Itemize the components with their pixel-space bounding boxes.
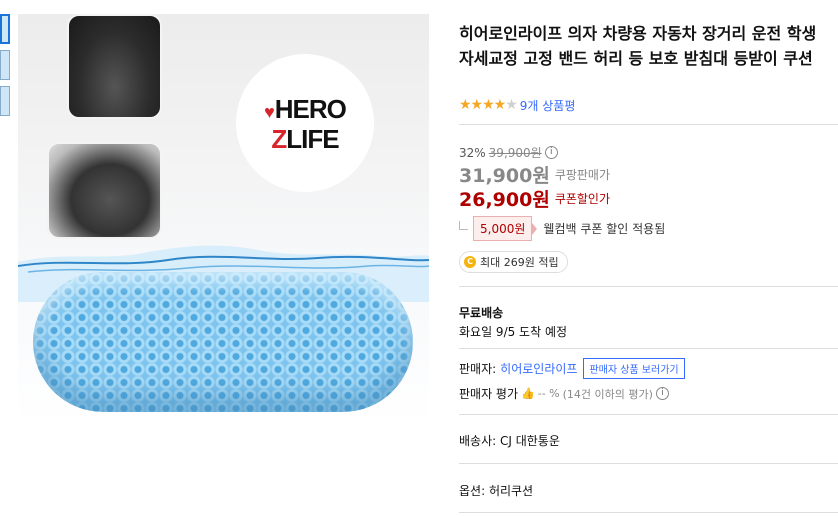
coupon-badge-tail <box>532 222 538 235</box>
seller-rating-label: 판매자 평가 <box>459 387 519 401</box>
coupon-price-row: 26,900원 쿠폰할인가 <box>459 185 610 212</box>
coupang-price: 31,900원 <box>459 165 550 187</box>
indent-corner <box>459 221 468 230</box>
car-seat-photo <box>47 142 162 239</box>
seller-products-button[interactable]: 판매자 상품 보러가기 <box>583 358 685 379</box>
shipping-type-row: 무료배송 <box>459 304 503 321</box>
coupon-amount-badge: 5,000원 <box>473 216 533 241</box>
seller-rating-value: -- % <box>537 387 560 400</box>
coin-icon: C <box>464 256 476 268</box>
seller-label: 판매자: <box>459 362 497 376</box>
seller-rating-row: 판매자 평가 👍 -- % (14건 이하의 평가) i <box>459 385 669 402</box>
seller-row: 판매자: 히어로인라이프 판매자 상품 보러가기 <box>459 358 685 379</box>
coupang-price-row: 31,900원 쿠팡판매가 <box>459 161 610 188</box>
divider <box>459 124 838 125</box>
seller-rating-note: (14건 이하의 평가) <box>562 387 653 401</box>
divider <box>459 414 838 415</box>
star-rating-icon: ★★★★★ <box>459 97 518 113</box>
divider <box>459 348 838 349</box>
coupon-price-label: 쿠폰할인가 <box>554 192 611 206</box>
shipping-type: 무료배송 <box>459 306 504 320</box>
option-row: 옵션: 허리쿠션 <box>459 482 533 499</box>
brand-logo: ♥HERO ZLIFE <box>236 54 374 192</box>
coupang-price-label: 쿠팡판매가 <box>554 168 611 182</box>
thumbnail-1[interactable] <box>0 14 10 44</box>
thumbnail-strip <box>0 14 10 122</box>
delivery-carrier: 배송사: CJ 대한통운 <box>459 434 560 448</box>
logo-line-2: LIFE <box>286 124 339 154</box>
reward-text: 최대 269원 적립 <box>480 256 559 269</box>
info-icon[interactable]: i <box>544 146 558 159</box>
discount-percent: 32% <box>459 145 486 160</box>
thumbnail-2[interactable] <box>0 50 10 80</box>
logo-z-mark: Z <box>271 124 287 154</box>
reward-pill: C 최대 269원 적립 <box>459 251 568 273</box>
option-text: 옵션: 허리쿠션 <box>459 484 534 498</box>
divider <box>459 463 838 464</box>
product-title: 히어로인라이프 의자 차량용 자동차 장거리 운전 학생 자세교정 고정 밴드 … <box>459 24 817 68</box>
seat-cushion-photo <box>67 14 162 119</box>
thumbs-up-icon: 👍 <box>521 387 535 400</box>
original-price: 39,900원 <box>488 146 542 160</box>
thumbnail-3[interactable] <box>0 86 10 116</box>
seller-name-link[interactable]: 히어로인라이프 <box>500 360 577 377</box>
heart-icon: ♥ <box>264 102 275 122</box>
rating-row: ★★★★★ 9개 상품평 <box>459 97 575 113</box>
coupon-price: 26,900원 <box>459 189 550 211</box>
divider <box>459 512 838 513</box>
logo-line-1: HERO <box>274 94 347 124</box>
coupon-applied-text: 웰컴백 쿠폰 할인 적용됨 <box>543 222 666 236</box>
arrival-row: 화요일 9/5 도착 예정 <box>459 323 567 340</box>
product-main-image[interactable]: ♥HERO ZLIFE <box>18 14 429 424</box>
divider <box>459 286 838 287</box>
welcome-coupon-row: 5,000원 웰컴백 쿠폰 할인 적용됨 <box>459 216 665 241</box>
delivery-row: 배송사: CJ 대한통운 <box>459 432 560 449</box>
review-count-link[interactable]: 9개 상품평 <box>520 97 576 114</box>
gel-cushion-image <box>33 272 413 412</box>
arrival-date: 화요일 9/5 도착 예정 <box>459 325 568 339</box>
reward-row: C 최대 269원 적립 <box>459 251 568 273</box>
info-icon[interactable]: i <box>655 387 669 400</box>
discount-row: 32% 39,900원 i <box>459 144 558 161</box>
